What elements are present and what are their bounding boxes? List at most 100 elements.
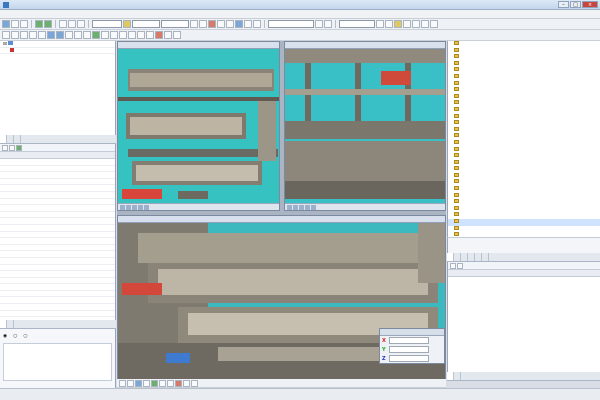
structure-item[interactable] [448,120,600,127]
structure-item[interactable] [448,113,600,121]
section-icon[interactable] [244,20,252,28]
category-icon[interactable] [9,144,15,151]
maximize-button[interactable]: □ [570,1,581,8]
open-icon[interactable] [11,20,19,28]
structure-item[interactable] [448,192,600,200]
vp1-zoom-icon[interactable] [126,204,131,210]
structure-item[interactable] [448,133,600,140]
attribute-row[interactable] [0,251,115,258]
structure-item[interactable] [448,54,600,61]
structure-item[interactable] [448,60,600,68]
vp1-view-icon[interactable] [144,204,149,210]
camera-icon[interactable] [403,20,411,28]
paste-icon[interactable] [77,20,85,28]
bt-4-icon[interactable] [143,379,150,387]
tab-dynamic-filter[interactable] [0,320,7,328]
attribute-row[interactable] [0,218,115,225]
attribute-row[interactable] [0,205,115,212]
viewport-1[interactable] [117,41,280,211]
attribute-row[interactable] [0,185,115,192]
arc-icon[interactable] [20,31,28,39]
attribute-row[interactable] [0,232,115,239]
tab-extra[interactable] [14,135,21,143]
clash-icon[interactable] [155,31,163,39]
structure-item[interactable] [448,41,600,48]
structure-item[interactable] [448,93,600,101]
new-icon[interactable] [2,20,10,28]
attribute-row[interactable] [0,304,115,311]
tab-file-objects[interactable] [454,372,461,380]
render-icon[interactable] [235,20,243,28]
light-icon[interactable] [394,20,402,28]
pipe-icon[interactable] [56,31,64,39]
undo-icon[interactable] [35,20,43,28]
attribute-row[interactable] [0,271,115,278]
attribute-row[interactable] [0,225,115,232]
structure-item[interactable] [448,80,600,88]
beam-icon[interactable] [110,31,118,39]
radio-blocks[interactable]: ○ [13,334,17,339]
vp2-fit-icon[interactable] [305,204,310,210]
structure-item[interactable] [448,205,600,213]
export-icon[interactable] [385,20,393,28]
line-icon[interactable] [11,31,19,39]
structure-item[interactable] [448,159,600,167]
stair-icon[interactable] [146,31,154,39]
right-add-icon[interactable] [450,262,456,269]
structure-item[interactable] [448,219,600,226]
attribute-row[interactable] [0,278,115,285]
save-icon[interactable] [20,20,28,28]
structure-item[interactable] [448,126,600,134]
structure-item[interactable] [448,106,600,114]
box-icon[interactable] [38,31,46,39]
elbow-icon[interactable] [65,31,73,39]
structure-item[interactable] [448,73,600,81]
vp2-pan-icon[interactable] [287,204,292,210]
layer-color-icon[interactable] [123,20,131,28]
attribute-row[interactable] [0,179,115,186]
structure-item[interactable] [448,199,600,206]
close-button[interactable]: × [582,1,598,8]
radio-points[interactable]: ○ [23,334,27,339]
minimize-button[interactable]: – [558,1,569,8]
tab-structure-objects[interactable] [447,372,454,380]
attribute-row[interactable] [0,297,115,305]
viewport-2[interactable] [284,41,446,211]
structure-item[interactable] [448,225,600,233]
viewport-2-scene[interactable] [285,49,446,205]
attribute-row[interactable] [0,192,115,199]
attribute-row[interactable] [0,159,115,166]
copy-icon[interactable] [68,20,76,28]
attribute-row[interactable] [0,245,115,252]
grid-icon[interactable] [190,20,198,28]
attribute-row[interactable] [0,311,115,318]
tree-expand-icon[interactable]: ⊟ [3,42,7,47]
bt-3-icon[interactable] [135,379,142,387]
structure-item[interactable] [448,87,600,94]
attribute-row[interactable] [0,291,115,298]
tab-links[interactable] [475,253,482,261]
circle-icon[interactable] [29,31,37,39]
view-combo[interactable] [132,20,160,28]
options-combo[interactable] [268,20,314,28]
vp1-rotate-icon[interactable] [132,204,137,210]
bt-5-icon[interactable] [151,379,158,387]
vp2-rotate-icon[interactable] [299,204,304,210]
structure-item[interactable] [448,139,600,147]
viewport-3[interactable]: X Y Z [117,215,446,388]
ladder-icon[interactable] [137,31,145,39]
attribute-row[interactable] [0,166,115,173]
redo-icon[interactable] [44,20,52,28]
print-icon[interactable] [376,20,384,28]
column-icon[interactable] [119,31,127,39]
attribute-row[interactable] [0,199,115,206]
info-icon[interactable] [421,20,429,28]
attribute-row[interactable] [0,212,115,219]
bt-8-icon[interactable] [175,379,182,387]
tab-object-params[interactable] [7,135,14,143]
tab-elements[interactable] [461,253,468,261]
vp2-zoom-icon[interactable] [293,204,298,210]
filter-list[interactable] [3,343,112,381]
scale-combo[interactable] [339,20,375,28]
tab-element-constructor[interactable] [7,320,14,328]
